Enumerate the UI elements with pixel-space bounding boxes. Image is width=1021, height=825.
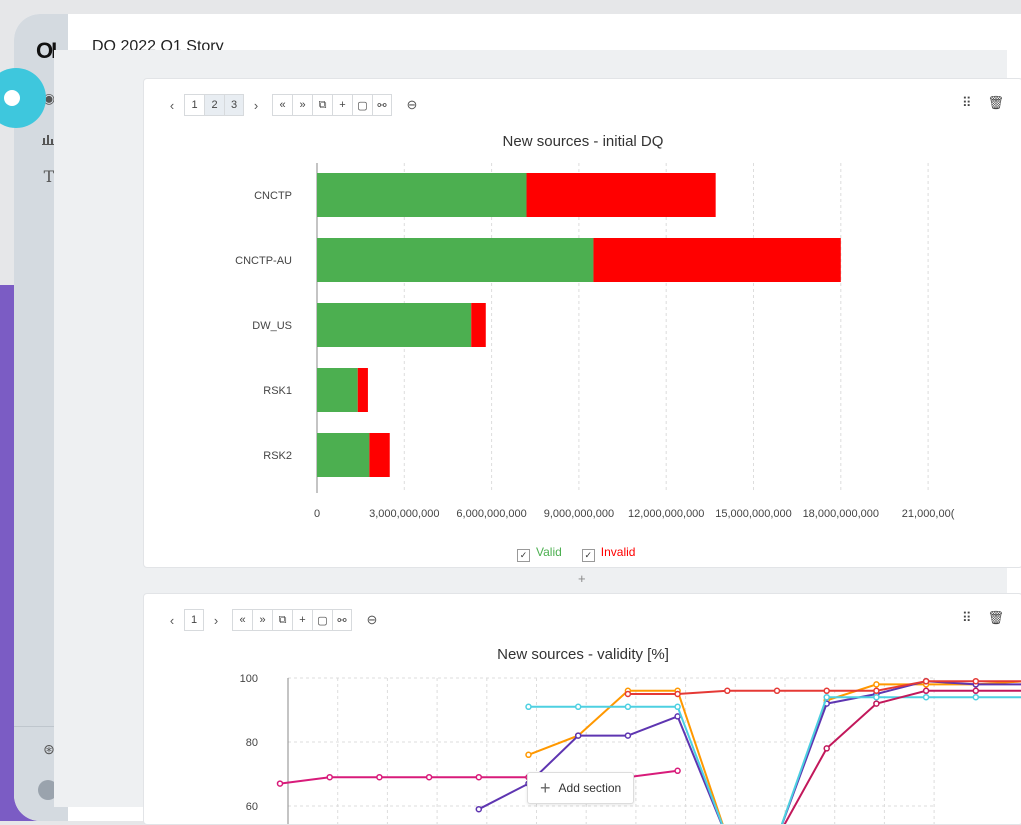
series-point [576, 733, 581, 738]
series-point [973, 679, 978, 684]
series-point [824, 695, 829, 700]
series-point [874, 695, 879, 700]
x-tick-label: 21,000,00( [902, 508, 955, 520]
series-point [427, 775, 432, 780]
series-point [327, 775, 332, 780]
bar-valid [317, 433, 369, 477]
series-point [625, 733, 630, 738]
bar-valid [317, 238, 593, 282]
series-point [526, 704, 531, 709]
bar-valid [317, 173, 527, 217]
legend-item-invalid[interactable]: ✓ Invalid [582, 545, 636, 562]
series-point [973, 695, 978, 700]
insert-section-plus-icon[interactable]: + [578, 571, 586, 586]
y-tick-label: 80 [246, 737, 258, 749]
series-point [725, 688, 730, 693]
bar-invalid [471, 303, 486, 347]
bar-invalid [527, 173, 716, 217]
legend-label: Invalid [601, 545, 636, 559]
series-point [625, 692, 630, 697]
bar-invalid [358, 368, 368, 412]
series-point [675, 692, 680, 697]
x-tick-label: 6,000,000,000 [456, 508, 526, 520]
series-point [675, 768, 680, 773]
checkbox-icon: ✓ [517, 549, 530, 562]
app-logo: OI [36, 38, 55, 64]
series-point [377, 775, 382, 780]
series-point [576, 704, 581, 709]
series-point [924, 695, 929, 700]
add-section-button[interactable]: + Add section [527, 772, 634, 804]
x-tick-label: 18,000,000,000 [803, 508, 879, 520]
bar-valid [317, 368, 358, 412]
y-tick-label: 60 [246, 801, 258, 813]
series-point [824, 688, 829, 693]
y-category-label: RSK2 [263, 450, 292, 462]
add-section-label: Add section [559, 781, 622, 795]
series-point [874, 682, 879, 687]
series-point [973, 688, 978, 693]
legend-label: Valid [536, 545, 562, 559]
x-tick-label: 0 [314, 508, 320, 520]
y-category-label: DW_US [252, 320, 292, 332]
x-tick-label: 15,000,000,000 [715, 508, 791, 520]
series-line [529, 697, 1021, 824]
x-tick-label: 9,000,000,000 [544, 508, 614, 520]
plus-icon: + [540, 778, 551, 799]
series-point [874, 688, 879, 693]
bar-chart: 0 3,000,000,000 6,000,000,000 9,000,000,000… [144, 79, 1021, 567]
y-category-label: CNCTP-AU [235, 255, 292, 267]
series-line [727, 691, 1021, 824]
series-point [476, 807, 481, 812]
x-tick-label: 3,000,000,000 [369, 508, 439, 520]
bar-valid [317, 303, 471, 347]
legend-item-valid[interactable]: ✓ Valid [517, 545, 562, 562]
series-point [526, 752, 531, 757]
y-category-label: RSK1 [263, 385, 292, 397]
x-tick-label: 12,000,000,000 [628, 508, 704, 520]
bar-invalid [593, 238, 840, 282]
series-point [874, 701, 879, 706]
chart-legend: ✓ Valid ✓ Invalid [517, 545, 635, 562]
series-point [924, 688, 929, 693]
chart-card-initial-dq: ‹ 1 2 3 › « » ⧉ + ▢ ⚯ ⊖ ⠿ 🗑 New sources … [143, 78, 1021, 568]
bar-invalid [369, 433, 389, 477]
series-point [675, 704, 680, 709]
series-point [278, 781, 283, 786]
checkbox-icon: ✓ [582, 549, 595, 562]
series-point [476, 775, 481, 780]
series-point [924, 679, 929, 684]
y-category-label: CNCTP [254, 190, 292, 202]
series-point [625, 704, 630, 709]
series-point [775, 688, 780, 693]
series-point [824, 746, 829, 751]
series-point [675, 714, 680, 719]
y-tick-label: 100 [240, 673, 258, 685]
